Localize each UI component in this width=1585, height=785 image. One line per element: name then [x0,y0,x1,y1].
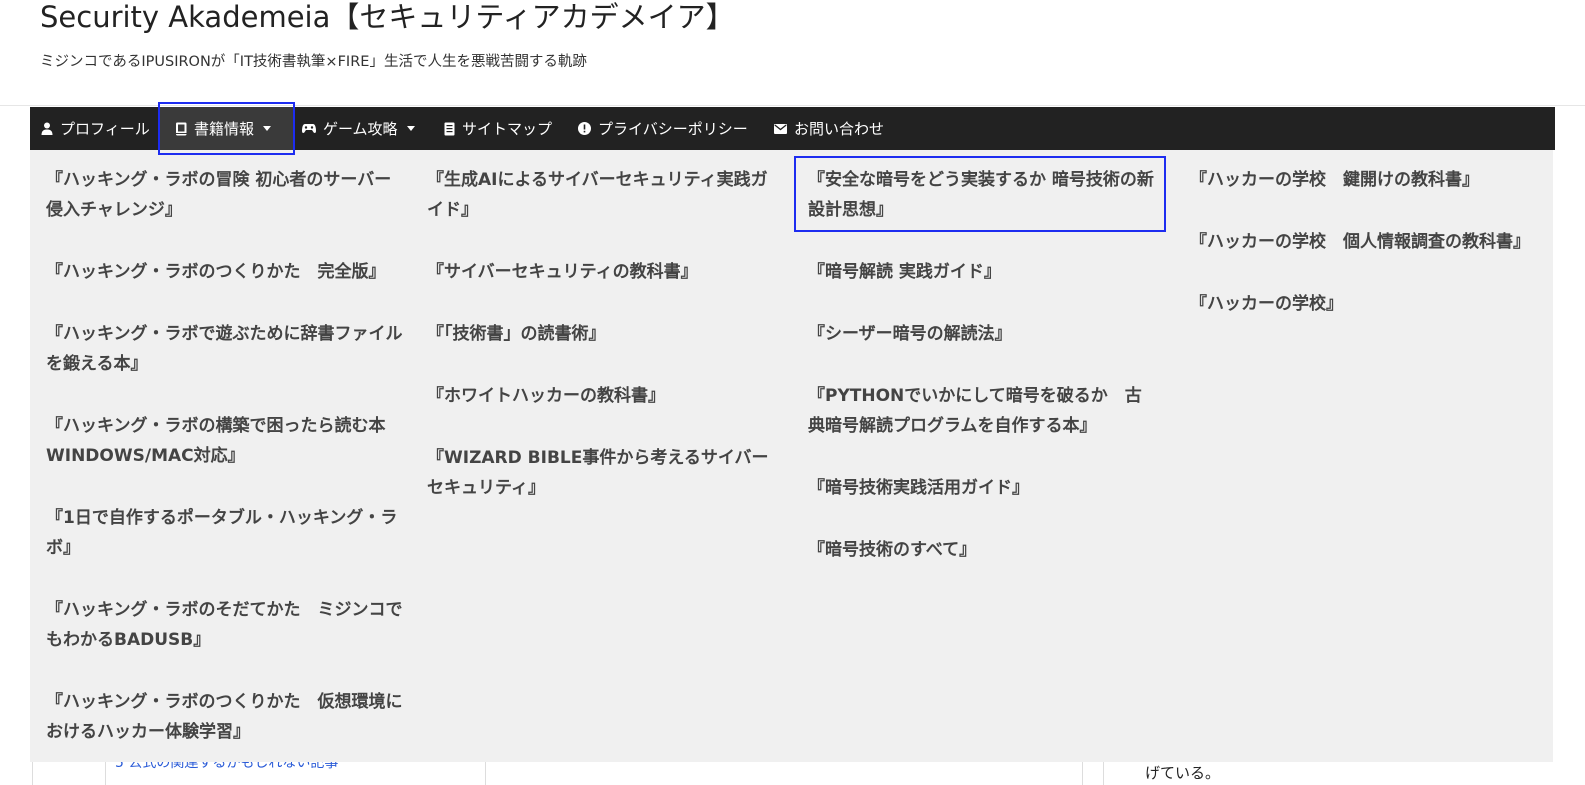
menu-link[interactable]: 『ハッカーの学校 鍵開けの教科書』 [1190,165,1540,195]
nav-item-books[interactable]: 書籍情報 [160,107,293,150]
site-title[interactable]: Security Akademeia【セキュリティアカデメイア】 [40,0,735,34]
menu-column-security: 『生成AIによるサイバーセキュリティ実践ガイド』 『サイバーセキュリティの教科書… [427,165,777,535]
gamepad-icon [302,123,316,134]
person-icon [41,122,53,135]
menu-link[interactable]: 『暗号解読 実践ガイド』 [808,257,1158,287]
document-icon [444,122,455,136]
content-border [1103,762,1104,785]
content-border [32,762,33,785]
menu-link[interactable]: 『安全な暗号をどう実装するか 暗号技術の新設計思想』 [808,165,1158,225]
menu-column-hacking-lab: 『ハッキング・ラボの冒険 初心者のサーバー侵入チャレンジ』 『ハッキング・ラボの… [46,165,406,779]
menu-link[interactable]: 『ハッキング・ラボのそだてかた ミジンコでもわかるBADUSB』 [46,595,406,655]
menu-link[interactable]: 『WIZARD BIBLE事件から考えるサイバーセキュリティ』 [427,443,777,503]
nav-item-privacy-policy[interactable]: プライバシーポリシー [570,107,760,150]
nav-label: お問い合わせ [794,120,885,138]
alert-circle-icon [578,122,591,135]
book-icon [175,122,187,136]
nav-label: プライバシーポリシー [598,120,748,138]
site-description: ミジンコであるIPUSIRONが「IT技術書執筆×FIRE」生活で人生を悪戦苦闘… [40,54,587,70]
menu-link[interactable]: 『生成AIによるサイバーセキュリティ実践ガイド』 [427,165,777,225]
menu-link[interactable]: 『ハッキング・ラボのつくりかた 仮想環境におけるハッカー体験学習』 [46,687,406,747]
menu-link[interactable]: 『ハッキング・ラボの冒険 初心者のサーバー侵入チャレンジ』 [46,165,406,225]
nav-label: プロフィール [60,120,150,138]
menu-link[interactable]: 『ハッカーの学校』 [1190,289,1540,319]
chevron-down-icon [406,126,415,131]
menu-link[interactable]: 『ホワイトハッカーの教科書』 [427,381,777,411]
menu-column-cryptography: 『安全な暗号をどう実装するか 暗号技術の新設計思想』 『暗号解読 実践ガイド』 … [808,165,1158,597]
books-mega-menu: 『ハッキング・ラボの冒険 初心者のサーバー侵入チャレンジ』 『ハッキング・ラボの… [30,150,1553,762]
nav-label: 書籍情報 [194,120,255,138]
menu-link[interactable]: 『ハッキング・ラボのつくりかた 完全版』 [46,257,406,287]
nav-item-sitemap[interactable]: サイトマップ [435,107,563,150]
menu-link[interactable]: 『「技術書」の読書術』 [427,319,777,349]
menu-link[interactable]: 『シーザー暗号の解読法』 [808,319,1158,349]
menu-link[interactable]: 『サイバーセキュリティの教科書』 [427,257,777,287]
menu-link[interactable]: 『PYTHONでいかにして暗号を破るか 古典暗号解読プログラムを自作する本』 [808,381,1158,441]
nav-label: サイトマップ [462,120,553,138]
nav-label: ゲーム攻略 [323,120,398,138]
chevron-down-icon [263,126,272,131]
nav-item-contact[interactable]: お問い合わせ [765,107,900,150]
envelope-icon [774,123,787,134]
nav-item-profile[interactable]: プロフィール [30,107,158,150]
content-border [1082,762,1083,785]
menu-link[interactable]: 『暗号技術実践活用ガイド』 [808,473,1158,503]
menu-link[interactable]: 『1日で自作するポータブル・ハッキング・ラボ』 [46,503,406,563]
article-text: げている。 [1145,764,1221,782]
menu-column-hacker-school: 『ハッカーの学校 鍵開けの教科書』 『ハッカーの学校 個人情報調査の教科書』 『… [1190,165,1540,351]
menu-link[interactable]: 『ハッカーの学校 個人情報調査の教科書』 [1190,227,1540,257]
content-border [485,762,486,785]
menu-link[interactable]: 『ハッキング・ラボの構築で困ったら読む本 WINDOWS/MAC対応』 [46,411,406,471]
nav-item-game-guides[interactable]: ゲーム攻略 [300,107,430,150]
main-navigation: プロフィール 書籍情報 ゲーム攻略 サイトマップ プライバシーポリシー お問い合… [30,107,1555,150]
menu-link[interactable]: 『ハッキング・ラボで遊ぶために辞書ファイルを鍛える本』 [46,319,406,379]
menu-link[interactable]: 『暗号技術のすべて』 [808,535,1158,565]
header-divider [0,105,1585,106]
